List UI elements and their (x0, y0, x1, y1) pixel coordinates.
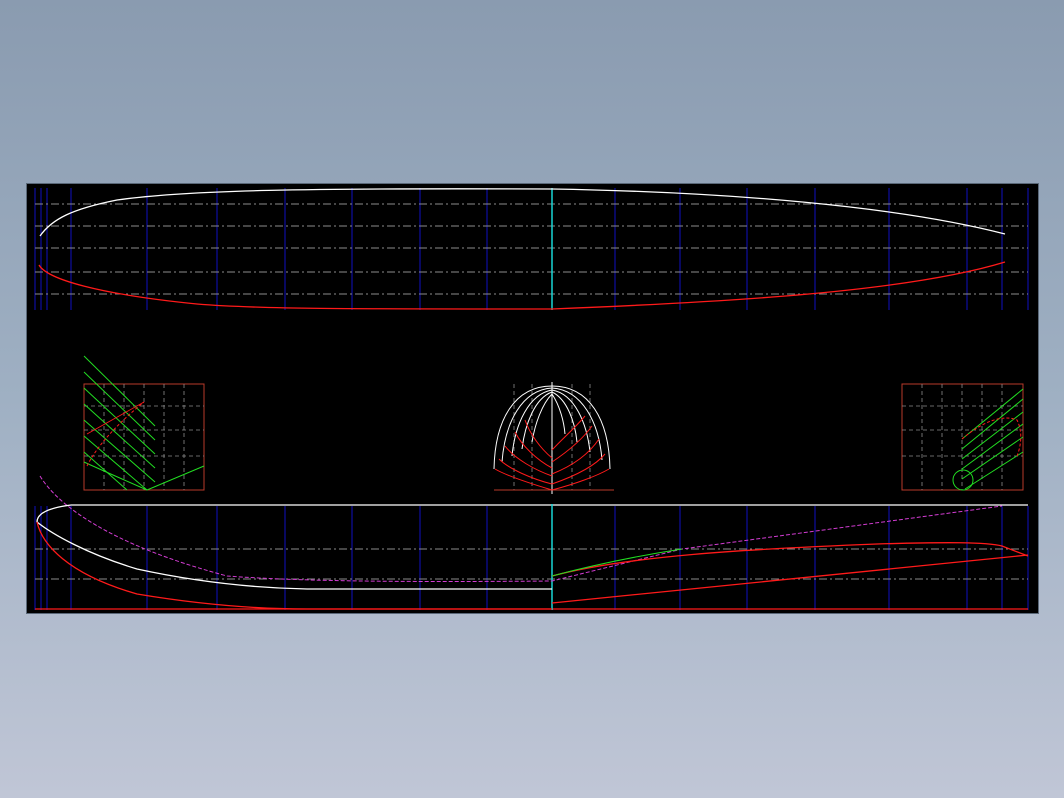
bow-section-box (83, 355, 205, 491)
stern-section-box (901, 383, 1024, 491)
waterlines-top (35, 203, 1028, 295)
station-lines-bottom (34, 506, 1029, 610)
profile-view (34, 475, 1029, 610)
lines-plan-drawing (34, 188, 1029, 610)
deck-line (39, 188, 1006, 237)
cad-viewport[interactable] (26, 183, 1039, 614)
bow-stem-white (36, 504, 552, 590)
sheer-line (39, 475, 1003, 582)
station-lines-top (34, 188, 1029, 310)
body-plan (493, 382, 614, 494)
half-breadth-plan (34, 188, 1029, 310)
keel-line (38, 261, 1006, 310)
waterlines-bottom (35, 548, 1028, 580)
